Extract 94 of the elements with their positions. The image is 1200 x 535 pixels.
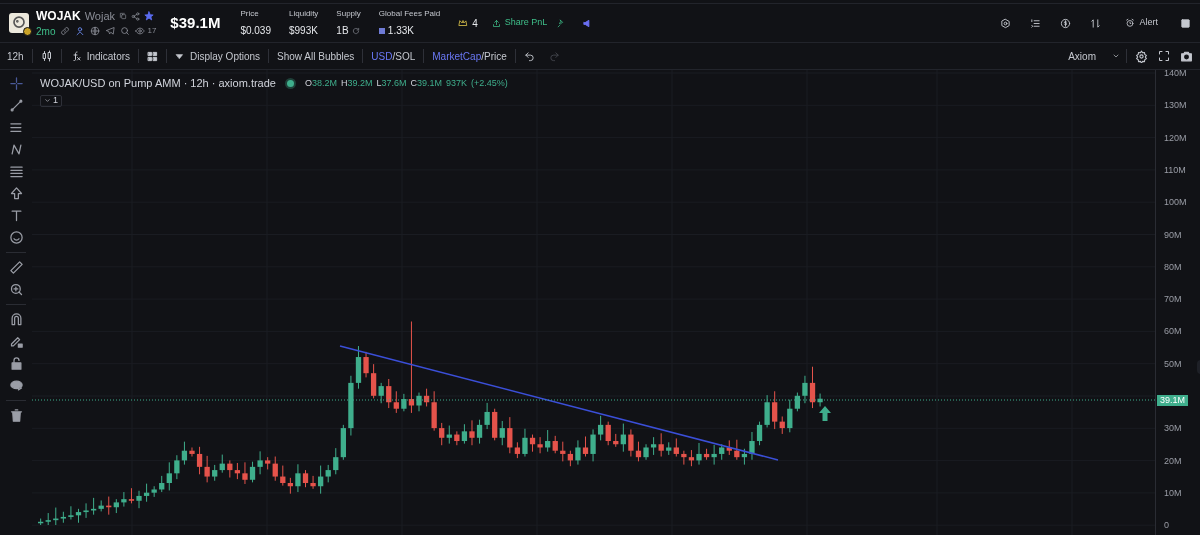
layout-grid-icon[interactable] bbox=[147, 50, 159, 62]
share-pnl-button[interactable]: Share PnL bbox=[491, 16, 548, 30]
ruler-icon[interactable] bbox=[8, 260, 24, 275]
change-value: (+2.45%) bbox=[471, 76, 508, 90]
alarm-clock-icon bbox=[1125, 18, 1136, 28]
axis-label: 0 bbox=[1164, 520, 1169, 531]
stat-label: Supply bbox=[336, 8, 361, 20]
chevron-down-icon bbox=[44, 97, 51, 104]
last-price-label: 39.1M bbox=[1157, 395, 1188, 406]
axis-label: 140M bbox=[1164, 68, 1187, 78]
slash-separator: / bbox=[392, 49, 396, 64]
list-icon[interactable] bbox=[1030, 17, 1042, 29]
undo-icon[interactable] bbox=[523, 50, 535, 62]
link-icon[interactable] bbox=[60, 26, 71, 36]
interval-button[interactable]: 12h bbox=[7, 48, 24, 64]
axis-label: 70M bbox=[1164, 294, 1182, 305]
ohlc-value: L37.6M bbox=[376, 76, 407, 90]
stat-value: 1.33K bbox=[387, 24, 414, 38]
crosshair-icon[interactable] bbox=[8, 76, 24, 91]
token-age: 2mo bbox=[36, 24, 56, 39]
settings-icon[interactable] bbox=[1135, 49, 1148, 63]
fullscreen-icon[interactable] bbox=[1158, 50, 1170, 62]
axis-label: 20M bbox=[1164, 455, 1182, 466]
token-name: Wojak bbox=[84, 8, 116, 24]
copy-icon[interactable] bbox=[119, 12, 128, 20]
toggle-option[interactable]: SOL bbox=[395, 48, 416, 64]
share-icon[interactable] bbox=[131, 11, 141, 21]
indicators-button[interactable]: Indicators bbox=[69, 48, 131, 64]
volume-value: 937K bbox=[446, 76, 468, 90]
eye-hide-icon[interactable] bbox=[8, 378, 24, 393]
camera-icon[interactable] bbox=[1180, 49, 1193, 63]
holder-count: 4 bbox=[472, 16, 478, 31]
toggle-option[interactable]: MarketCap bbox=[432, 48, 482, 64]
eye-icon[interactable] bbox=[135, 26, 146, 36]
axis-label: 50M bbox=[1164, 358, 1182, 369]
smiley-icon[interactable] bbox=[8, 230, 24, 245]
stat-label: Global Fees Paid bbox=[378, 8, 441, 20]
show-bubbles-button[interactable]: Show All Bubbles bbox=[277, 48, 355, 64]
chevron-down-icon bbox=[1112, 52, 1120, 60]
axis-label: 100M bbox=[1164, 197, 1187, 208]
market-cap-value: $39.1M bbox=[170, 12, 221, 33]
axis-label: 60M bbox=[1164, 326, 1182, 337]
telegram-icon[interactable] bbox=[105, 26, 116, 36]
toggle-option[interactable]: Price bbox=[483, 48, 507, 64]
parallel-lines-icon[interactable] bbox=[8, 120, 24, 135]
hexagon-settings-icon[interactable] bbox=[1000, 17, 1012, 29]
crown-icon[interactable] bbox=[458, 18, 469, 28]
pencil-lock-icon[interactable] bbox=[8, 334, 24, 349]
ohlc-value: H39.2M bbox=[341, 76, 373, 90]
view-count: 17 bbox=[147, 25, 157, 37]
stat-value: $993K bbox=[289, 24, 318, 38]
user-icon[interactable] bbox=[75, 26, 86, 36]
lock-icon[interactable] bbox=[8, 356, 24, 371]
star-icon[interactable] bbox=[144, 11, 155, 21]
stat-value: $0.039 bbox=[240, 24, 271, 38]
axis-label: 30M bbox=[1164, 423, 1182, 434]
zoom-in-icon[interactable] bbox=[8, 282, 24, 297]
sort-arrows-icon[interactable] bbox=[1090, 17, 1102, 29]
token-symbol: WOJAK bbox=[36, 8, 81, 25]
alert-button[interactable]: Alert bbox=[1125, 16, 1158, 30]
panel-icon[interactable] bbox=[1180, 17, 1191, 29]
candles-icon[interactable] bbox=[40, 50, 53, 62]
buy-arrow-icon bbox=[819, 406, 831, 421]
stat-value: 1B bbox=[336, 24, 349, 38]
toggle-option[interactable]: USD bbox=[371, 48, 393, 64]
arrow-up-icon[interactable] bbox=[8, 186, 24, 201]
trash-icon[interactable] bbox=[8, 408, 24, 423]
token-logo-icon bbox=[9, 13, 29, 33]
dollar-coin-icon[interactable] bbox=[1060, 17, 1072, 29]
chart-title: WOJAK/USD on Pump AMM · 12h · axiom.trade bbox=[40, 76, 276, 91]
indicators-collapse-button[interactable]: 1 bbox=[40, 94, 62, 107]
stat-label: Liquidity bbox=[289, 8, 319, 20]
axis-label: 90M bbox=[1164, 229, 1182, 240]
axis-label: 110M bbox=[1164, 164, 1186, 175]
fib-levels-icon[interactable] bbox=[8, 164, 24, 179]
axis-label: 120M bbox=[1164, 132, 1187, 143]
triangle-down-icon bbox=[175, 51, 185, 61]
theme-dropdown[interactable]: Axiom bbox=[1068, 48, 1120, 64]
refresh-icon bbox=[351, 26, 360, 35]
fee-icon bbox=[378, 27, 385, 34]
axis-label: 130M bbox=[1164, 100, 1187, 111]
display-options-button[interactable]: Display Options bbox=[175, 48, 261, 64]
stat-label: Price bbox=[240, 8, 260, 20]
trend-line-icon[interactable] bbox=[8, 98, 24, 113]
slash-separator: / bbox=[481, 49, 484, 64]
trend-line[interactable] bbox=[339, 345, 779, 461]
ohlc-value: O38.2M bbox=[304, 76, 337, 90]
axis-label: 10M bbox=[1164, 487, 1182, 498]
upload-icon bbox=[491, 18, 501, 28]
ohlc-value: C39.1M bbox=[410, 76, 443, 90]
magnet-icon[interactable] bbox=[8, 312, 24, 327]
globe-icon[interactable] bbox=[90, 26, 101, 36]
axis-label: 80M bbox=[1164, 261, 1182, 272]
search-icon[interactable] bbox=[120, 26, 131, 36]
